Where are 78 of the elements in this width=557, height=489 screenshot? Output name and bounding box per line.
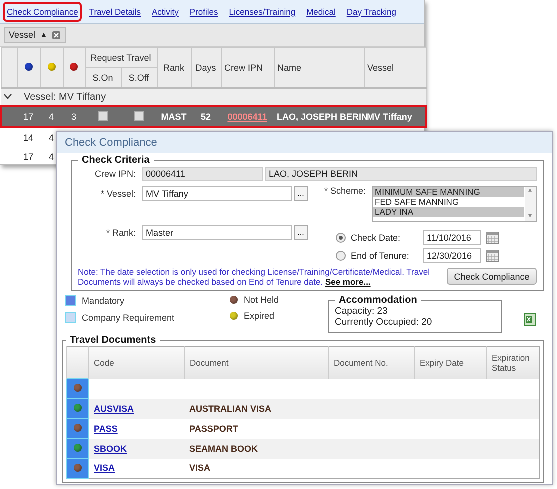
- crew-name-field: LAO, JOSEPH BERIN: [265, 167, 537, 181]
- group-label: Vessel: [9, 30, 36, 40]
- legend-label: Expired: [244, 311, 275, 321]
- group-label: Vessel: MV Tiffany: [24, 92, 106, 102]
- legend-label: Not Held: [244, 295, 280, 305]
- tab[interactable]: Check Compliance: [3, 2, 82, 22]
- field-label: Crew IPN:: [94, 169, 137, 179]
- tab[interactable]: Medical: [302, 2, 340, 22]
- legend-label: Company Requirement: [82, 312, 175, 322]
- radio-button[interactable]: [336, 232, 346, 242]
- document-code-link[interactable]: VISA: [94, 463, 116, 474]
- tab[interactable]: Travel Details: [85, 2, 145, 22]
- table-cell: PASSPORT: [184, 418, 328, 438]
- radio-label: End of Tenure:: [350, 250, 410, 260]
- column-header: Days: [191, 48, 221, 88]
- group-row[interactable]: Vessel: MV Tiffany: [4, 92, 106, 102]
- accommodation-text: Currently Occupied: 20: [335, 317, 434, 328]
- column-header: Code: [88, 346, 184, 378]
- section-title: Accommodation: [338, 295, 418, 306]
- table-cell: 17: [23, 112, 34, 122]
- table-cell: MAST: [161, 112, 187, 122]
- table-cell: MV Tiffany: [367, 112, 412, 122]
- section-title: Travel Documents: [69, 335, 158, 346]
- column-header: Rank: [157, 48, 191, 88]
- crew-ipn-field: 00006411: [142, 167, 263, 181]
- scheme-option[interactable]: FED SAFE MANNING: [373, 197, 524, 207]
- column-header: Vessel: [364, 48, 426, 88]
- table-cell: LAO, JOSEPH BERIN: [277, 112, 368, 122]
- column-header: Expiry Date: [414, 346, 486, 378]
- table-cell: 4: [48, 152, 54, 162]
- calendar-icon[interactable]: [486, 232, 499, 244]
- vessel-field[interactable]: MV Tiffany: [142, 186, 292, 201]
- tab[interactable]: Activity: [148, 2, 183, 22]
- radio-button[interactable]: [336, 250, 346, 260]
- date-field[interactable]: 12/30/2016: [423, 248, 481, 263]
- table-cell: AUSTRALIAN VISA: [184, 398, 328, 418]
- document-code-link[interactable]: SBOOK: [94, 444, 128, 454]
- table-cell: 17: [23, 152, 34, 162]
- checkbox[interactable]: [134, 110, 144, 120]
- radio-label: Check Date:: [350, 232, 402, 242]
- browse-button[interactable]: ...: [294, 225, 308, 240]
- table-cell: VISA: [184, 458, 328, 478]
- check-compliance-button[interactable]: Check Compliance: [447, 268, 537, 285]
- table-cell: 4: [48, 112, 54, 122]
- legend-label: Mandatory: [82, 296, 125, 306]
- scheme-option[interactable]: MINIMUM SAFE MANNING: [373, 187, 524, 197]
- chevron-icon[interactable]: [4, 94, 12, 100]
- rank-field[interactable]: Master: [142, 225, 292, 240]
- see-more-link[interactable]: See more...: [325, 277, 371, 287]
- table-cell: 52: [200, 112, 211, 122]
- dialog-title: Check Compliance: [57, 132, 552, 153]
- column-header: Request Travel: [85, 48, 157, 68]
- checkbox[interactable]: [98, 110, 108, 120]
- document-code-link[interactable]: PASS: [94, 424, 118, 434]
- table-cell: 3: [71, 112, 76, 122]
- calendar-icon[interactable]: [486, 250, 499, 262]
- field-label: * Rank:: [105, 228, 137, 238]
- section-title: Check Criteria: [81, 155, 151, 166]
- column-header: Document No.: [328, 346, 414, 378]
- column-header: Crew IPN: [221, 48, 274, 88]
- tab[interactable]: Day Tracking: [342, 2, 400, 22]
- table-cell: 4: [48, 132, 54, 142]
- date-field[interactable]: 11/10/2016: [423, 230, 481, 245]
- note-text: Note: The date selection is only used for checking License/Training/Certificate/Medical. Travel Documents will always be checked based on End of Tenure date. See more...: [78, 267, 431, 287]
- column-header: Expiration Status: [486, 346, 540, 378]
- column-header: Document: [184, 346, 328, 378]
- table-cell: SEAMAN BOOK: [184, 438, 328, 458]
- table-cell: 14: [23, 132, 34, 142]
- accommodation-text: Capacity: 23: [335, 306, 389, 317]
- browse-button[interactable]: ...: [294, 186, 308, 201]
- remove-icon[interactable]: [52, 30, 62, 40]
- column-header: Name: [274, 48, 364, 88]
- tab[interactable]: Licenses/Training: [225, 2, 300, 22]
- tab[interactable]: Profiles: [186, 2, 222, 22]
- spreadsheet-export-icon[interactable]: [524, 313, 536, 326]
- field-label: * Scheme:: [323, 186, 367, 196]
- field-label: * Vessel:: [100, 188, 137, 198]
- scheme-option[interactable]: LADY INA: [373, 207, 524, 217]
